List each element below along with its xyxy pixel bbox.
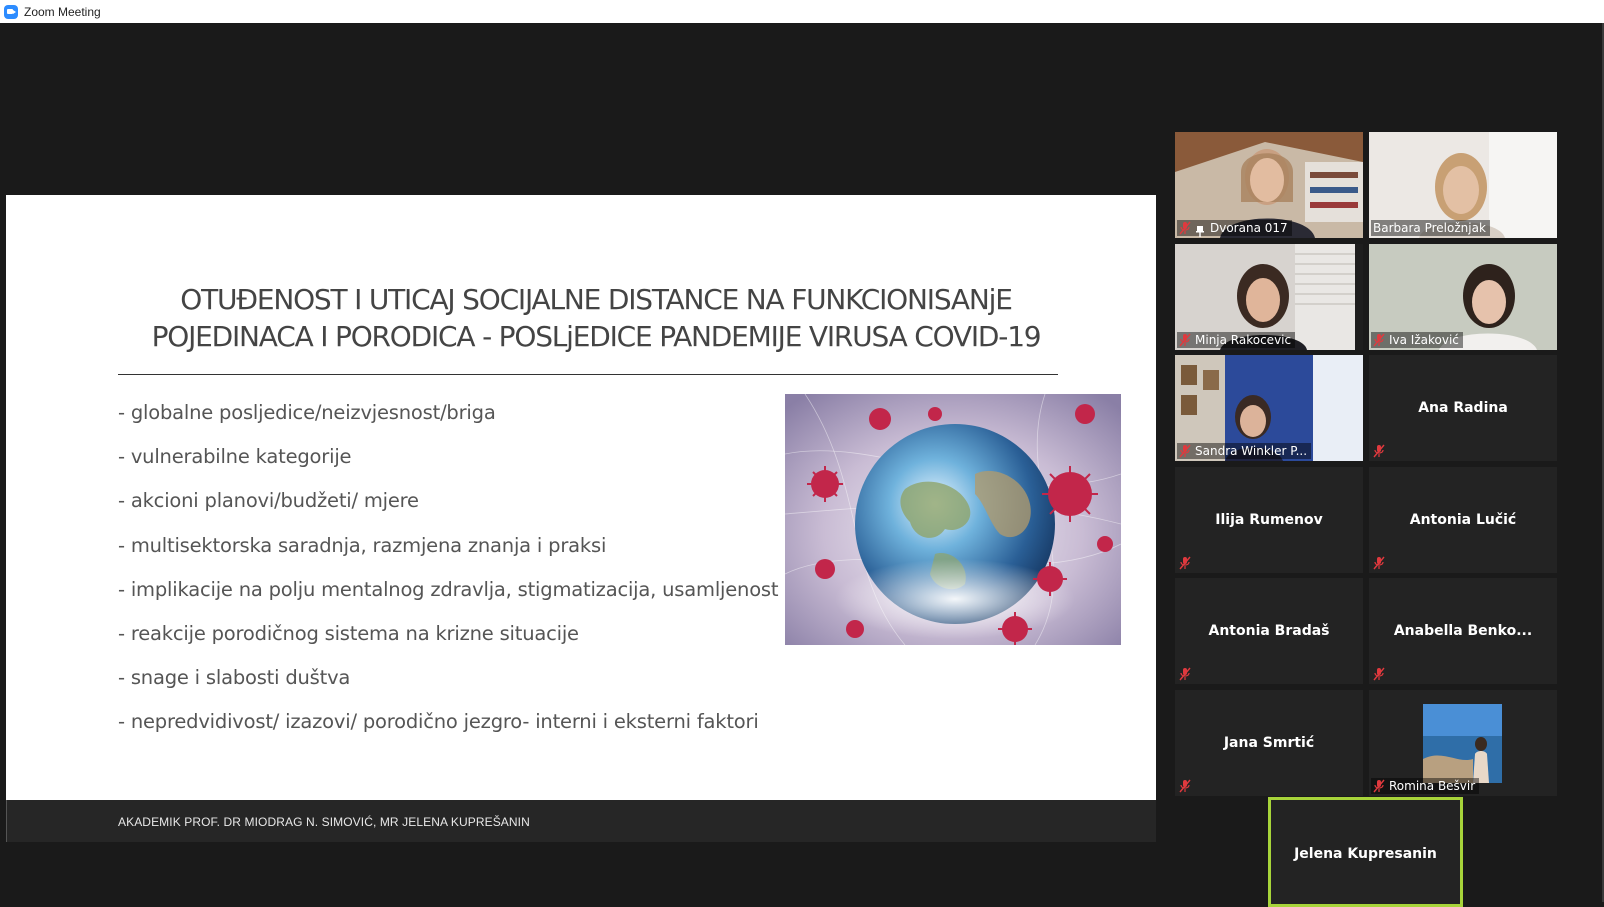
participant-tile-iva[interactable]: Iva Ižaković [1369,244,1557,350]
muted-mic-icon [1373,333,1385,347]
slide-footer-text: AKADEMIK PROF. DR MIODRAG N. SIMOVIĆ, MR… [118,815,530,829]
participant-tile-anabella[interactable]: Anabella Benko... [1369,578,1557,684]
participant-tile-jelena-active-speaker[interactable]: Jelena Kupresanin [1268,797,1463,907]
slide-bullet: - globalne posljedice/neizvjesnost/briga [118,401,496,424]
slide-bullet: - nepredvidivost/ izazovi/ porodično jez… [118,710,759,734]
slide-title-line-2: POJEDINACA I PORODICA - POSLjEDICE PANDE… [151,320,1042,353]
participant-status [1177,778,1199,794]
slide-bullet: - multisektorska saradnja, razmjena znan… [118,533,607,557]
participant-tile-antonia-bradas[interactable]: Antonia Bradaš [1175,578,1363,684]
participant-name-label: Barbara Preložnjak [1371,220,1490,236]
muted-mic-icon [1373,444,1385,458]
slide-bullet: - snage i slabosti duštva [118,666,351,690]
participant-status [1371,443,1393,459]
slide-footer: AKADEMIK PROF. DR MIODRAG N. SIMOVIĆ, MR… [6,800,1156,842]
muted-mic-icon [1179,444,1191,458]
slide-title: OTUĐENOST I UTICAJ SOCIJALNE DISTANCE NA… [46,281,1146,355]
slide-bullet: - vulnerabilne kategorije [118,445,352,469]
participant-name-label: Sandra Winkler P... [1177,443,1312,459]
participant-name: Barbara Preložnjak [1373,221,1486,235]
participant-status [1371,666,1393,682]
participant-name: Anabella Benko... [1393,623,1533,639]
participant-name: Romina Bešvir [1389,779,1476,793]
participant-name: Antonia Lučić [1409,512,1517,528]
participant-name: Iva Ižaković [1389,333,1459,347]
participant-tile-antonia-lucic[interactable]: Antonia Lučić [1369,467,1557,573]
participant-name: Jana Smrtić [1223,735,1315,751]
participant-name-label: Iva Ižaković [1371,332,1463,348]
participant-name-label: Dvorana 017 [1177,220,1292,237]
muted-mic-icon [1373,556,1385,570]
participant-tile-jana[interactable]: Jana Smrtić [1175,690,1363,796]
slide-bullet: - reakcije porodičnog sistema na krizne … [118,621,579,645]
participant-name: Ilija Rumenov [1215,512,1323,528]
globe-virus-image [785,394,1121,645]
muted-mic-icon [1179,556,1191,570]
participant-name-label: Minja Rakocevic [1177,332,1296,348]
participant-name: Antonia Bradaš [1208,623,1330,639]
participant-tile-ana[interactable]: Ana Radina [1369,355,1557,461]
slide-bullet: - implikacije na polju mentalnog zdravlj… [118,577,779,601]
participant-tile-sandra[interactable]: Sandra Winkler P... [1175,355,1363,461]
participant-name: Minja Rakocevic [1195,333,1292,347]
muted-mic-icon [1373,667,1385,681]
pin-icon [1195,222,1205,237]
participant-tile-barbara[interactable]: Barbara Preložnjak [1369,132,1557,238]
muted-mic-icon [1179,221,1191,235]
muted-mic-icon [1179,333,1191,347]
participant-name: Jelena Kupresanin [1294,846,1437,862]
participant-name: Sandra Winkler P... [1195,444,1308,458]
slide-title-line-1: OTUĐENOST I UTICAJ SOCIJALNE DISTANCE NA… [180,283,1013,316]
participant-tile-minja[interactable]: Minja Rakocevic [1175,244,1363,350]
participant-avatar [1423,704,1502,783]
window-title: Zoom Meeting [24,4,101,19]
zoom-app-icon [4,4,18,19]
participant-status [1177,666,1199,682]
participant-status [1177,555,1199,571]
slide-bullet: - akcioni planovi/budžeti/ mjere [118,489,419,513]
muted-mic-icon [1179,667,1191,681]
participant-name: Ana Radina [1418,400,1508,416]
participant-name: Dvorana 017 [1210,221,1288,235]
window-titlebar: Zoom Meeting [0,0,1604,23]
muted-mic-icon [1179,779,1191,793]
participant-tile-dvorana[interactable]: Dvorana 017 [1175,132,1363,238]
participant-name-label: Romina Bešvir [1371,778,1480,794]
shared-slide: OTUĐENOST I UTICAJ SOCIJALNE DISTANCE NA… [6,195,1156,800]
participant-tile-romina[interactable]: Romina Bešvir [1369,690,1557,796]
slide-divider [118,374,1058,375]
muted-mic-icon [1373,779,1385,793]
slide-bullet-list: - globalne posljedice/neizvjesnost/briga… [118,395,779,749]
participant-status [1371,555,1393,571]
participant-tile-ilija[interactable]: Ilija Rumenov [1175,467,1363,573]
